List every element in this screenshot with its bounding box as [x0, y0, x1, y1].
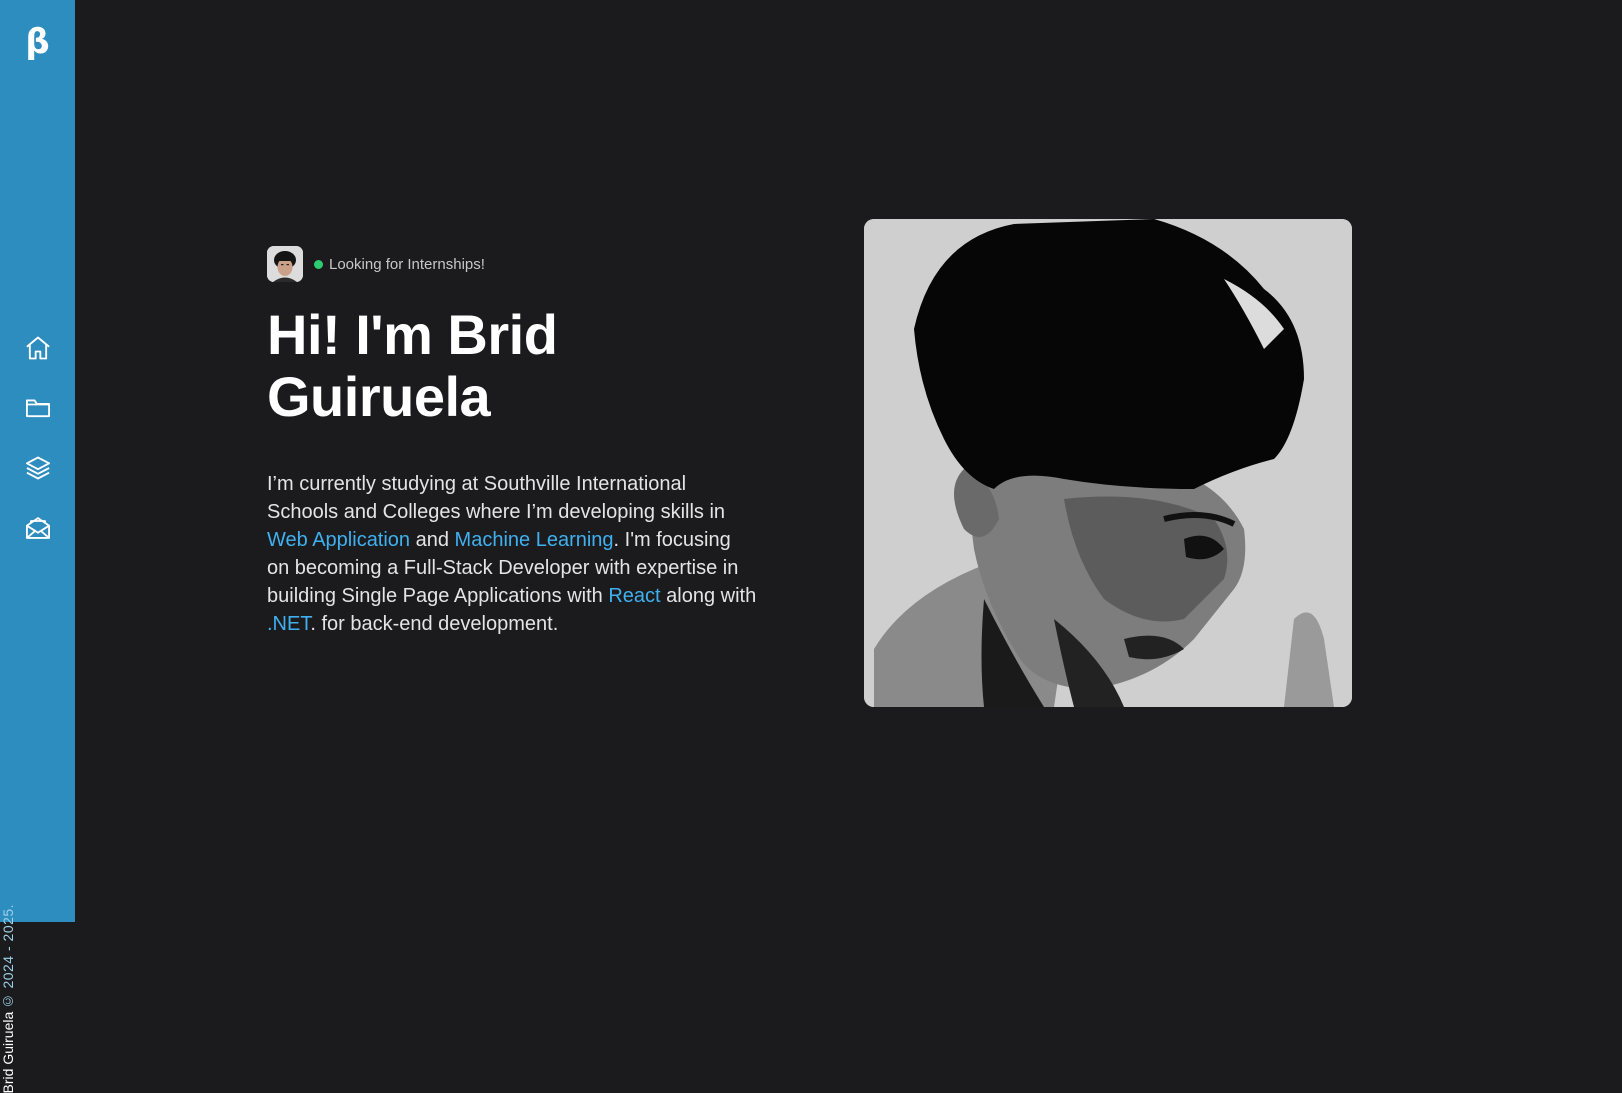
mail-open-icon	[25, 517, 50, 539]
title-line-2: Guiruela	[267, 365, 491, 428]
nav-projects[interactable]	[0, 378, 75, 438]
footer-credit: Brid Guiruela © 2024 - 2025.	[0, 904, 17, 1093]
status-row: Looking for Internships!	[267, 246, 757, 282]
home-icon	[26, 336, 49, 360]
bio-text: . for back-end development.	[310, 613, 559, 635]
sidebar-nav	[0, 318, 75, 558]
layers-icon	[25, 456, 50, 480]
hero-section: Looking for Internships! Hi! I'm Brid Gu…	[267, 246, 757, 638]
status-dot	[314, 259, 323, 269]
bio-paragraph: I’m currently studying at Southville Int…	[267, 470, 757, 638]
portrait-image	[864, 219, 1352, 707]
logo[interactable]: β	[0, 22, 75, 62]
sidebar: β Brid Guiruela © 2024 - 2025.	[0, 0, 75, 1093]
bio-text: I’m currently studying at Southville Int…	[267, 473, 726, 523]
bio-text: along with	[660, 585, 757, 607]
link-react[interactable]: React	[608, 585, 660, 607]
avatar	[267, 246, 303, 282]
folder-icon	[25, 399, 50, 418]
nav-stack[interactable]	[0, 438, 75, 498]
nav-contact[interactable]	[0, 498, 75, 558]
nav-home[interactable]	[0, 318, 75, 378]
credit-year: © 2024 - 2025.	[0, 904, 16, 1010]
credit-name: Brid Guiruela	[0, 1011, 16, 1093]
page-title: Hi! I'm Brid Guiruela	[267, 304, 757, 428]
link-dotnet[interactable]: .NET	[267, 613, 310, 635]
status-text: Looking for Internships!	[329, 255, 485, 273]
link-web-application[interactable]: Web Application	[267, 529, 410, 551]
bio-text: and	[410, 529, 455, 551]
title-line-1: Hi! I'm Brid	[267, 303, 558, 366]
link-machine-learning[interactable]: Machine Learning	[455, 529, 614, 551]
